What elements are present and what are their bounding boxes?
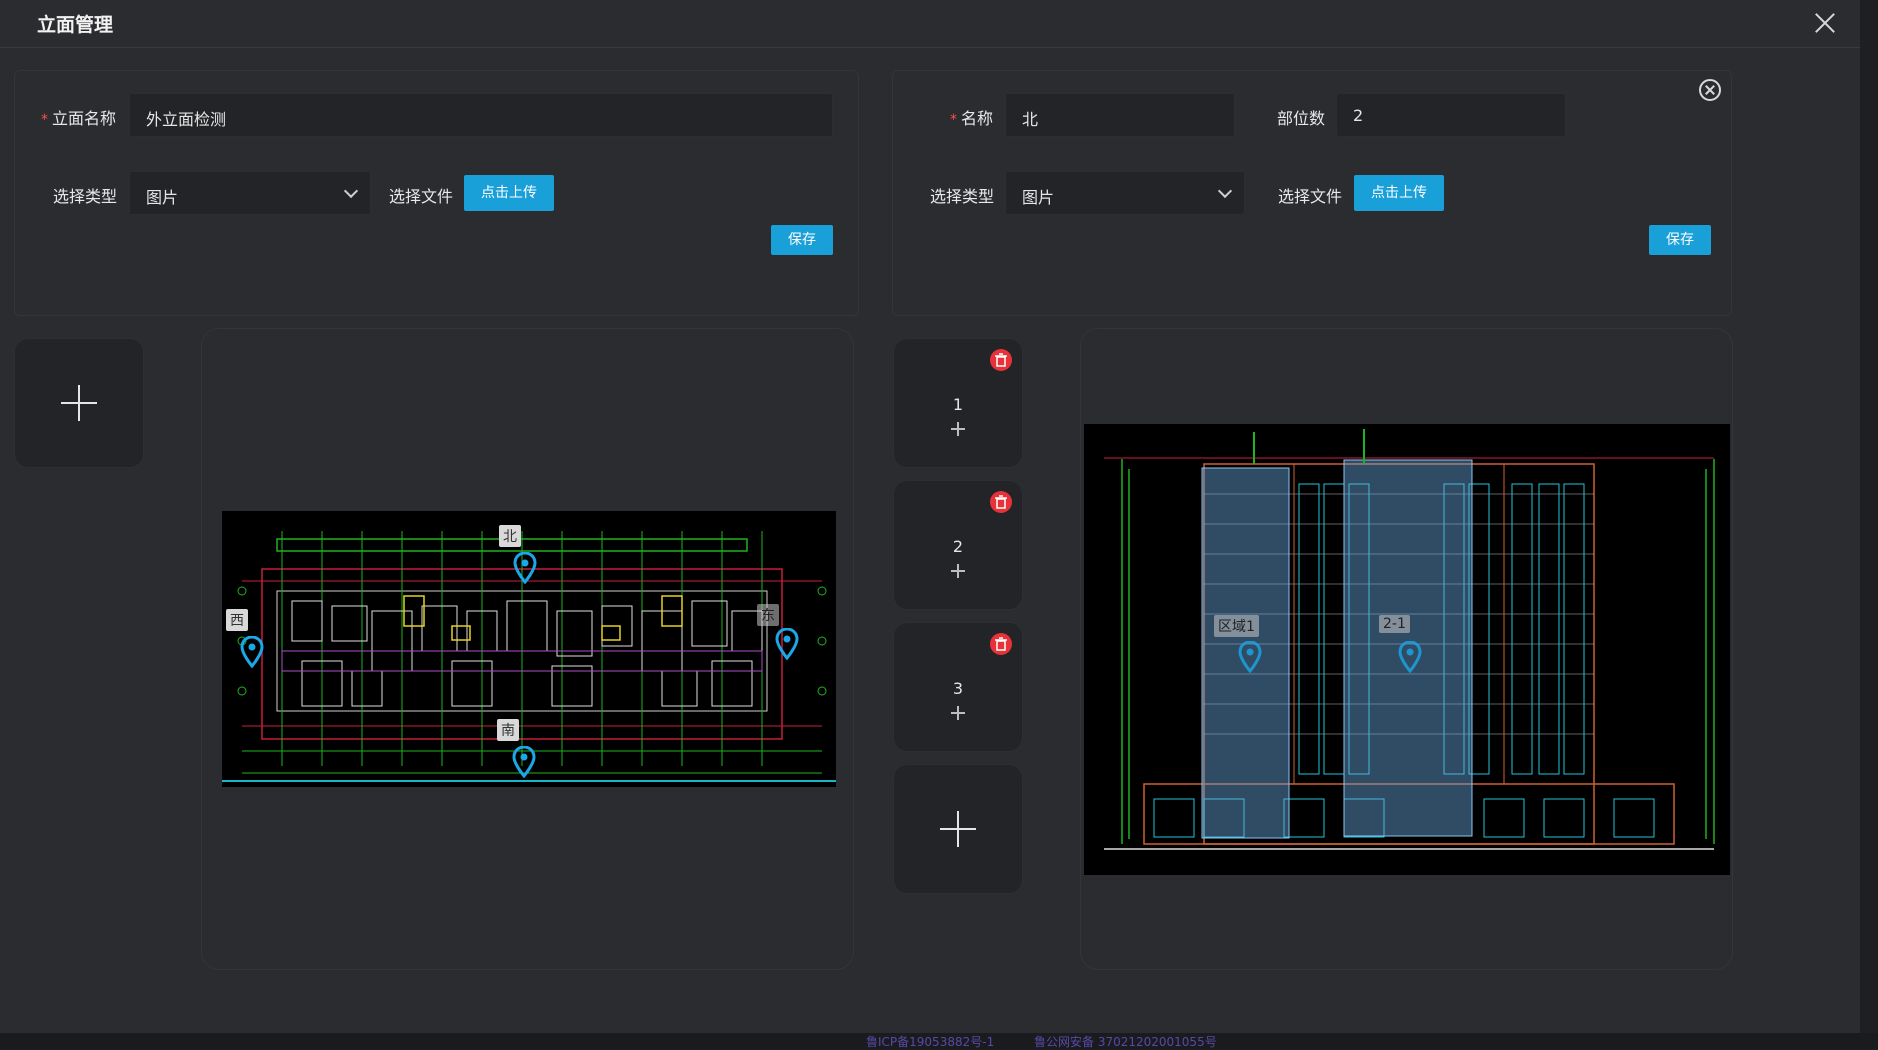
plus-icon	[61, 385, 97, 421]
part-count-input[interactable]: 2	[1336, 93, 1566, 137]
dialog-header: 立面管理	[0, 0, 1860, 48]
elevation-name-label: * 立面名称	[41, 109, 117, 128]
location-pin-icon[interactable]	[513, 552, 537, 584]
part-count-label: 部位数	[1277, 109, 1326, 128]
upload-button[interactable]: 点击上传	[464, 175, 554, 211]
elevation-card-label: 2	[952, 537, 964, 556]
elevation-card-2[interactable]: 2	[893, 480, 1023, 610]
marker-label-west[interactable]: 西	[226, 609, 248, 631]
select-type-label: 选择类型	[53, 187, 118, 206]
marker-label-zone-1[interactable]: 区域1	[1214, 615, 1259, 637]
elevation-card-label: 3	[952, 679, 964, 698]
part-name-label: * 名称	[950, 109, 994, 128]
elevation-management-dialog: 立面管理 * 立面名称 外立面检测 选择类型 图片 选择文件 点击上传 保存 * 名…	[0, 0, 1860, 1033]
part-name-input[interactable]: 北	[1005, 93, 1235, 137]
select-type-label: 选择类型	[930, 187, 995, 206]
type-select-value: 图片	[1022, 188, 1055, 207]
icp-link[interactable]: 鲁ICP备19053882号-1	[866, 1033, 994, 1050]
elevation-card-1[interactable]: 1	[893, 338, 1023, 468]
save-button[interactable]: 保存	[771, 225, 833, 255]
chevron-down-icon	[343, 183, 359, 199]
delete-icon[interactable]	[990, 491, 1012, 513]
save-button[interactable]: 保存	[1649, 225, 1711, 255]
dialog-title: 立面管理	[37, 14, 114, 36]
elevation-name-input[interactable]: 外立面检测	[129, 93, 833, 137]
select-file-label: 选择文件	[1278, 187, 1343, 206]
location-pin-icon[interactable]	[775, 628, 799, 660]
police-record-link[interactable]: 鲁公网安备 37021202001055号	[1034, 1033, 1217, 1050]
type-select-value: 图片	[146, 188, 179, 207]
part-name-label-text: 名称	[961, 109, 994, 128]
elevation-card-label: 1	[952, 395, 964, 414]
marker-label-north[interactable]: 北	[499, 525, 521, 547]
marker-label-2-1[interactable]: 2-1	[1379, 615, 1410, 633]
upload-button[interactable]: 点击上传	[1354, 175, 1444, 211]
type-select[interactable]: 图片	[129, 171, 371, 215]
select-file-label: 选择文件	[389, 187, 454, 206]
type-select[interactable]: 图片	[1005, 171, 1245, 215]
location-pin-icon[interactable]	[1238, 641, 1262, 673]
marker-label-south[interactable]: 南	[497, 719, 519, 741]
close-circle-icon[interactable]	[1699, 79, 1721, 101]
close-icon[interactable]	[1812, 10, 1838, 36]
chevron-down-icon	[1217, 183, 1233, 199]
part-form-panel: * 名称 北 部位数 2 选择类型 图片 选择文件 点击上传 保存	[892, 70, 1732, 316]
add-elevation-card[interactable]	[14, 338, 144, 468]
location-pin-icon[interactable]	[512, 746, 536, 778]
add-part-card[interactable]	[893, 764, 1023, 894]
plus-icon	[940, 811, 976, 847]
plus-icon	[951, 706, 965, 720]
location-pin-icon[interactable]	[240, 636, 264, 668]
floor-plan-viewer: 北 西 东 南	[201, 328, 854, 970]
elevation-viewer: 区域1 2-1	[1080, 328, 1733, 970]
plus-icon	[951, 564, 965, 578]
marker-label-east[interactable]: 东	[757, 604, 779, 626]
elevation-name-label-text: 立面名称	[52, 109, 117, 128]
elevation-card-3[interactable]: 3	[893, 622, 1023, 752]
location-pin-icon[interactable]	[1398, 641, 1422, 673]
delete-icon[interactable]	[990, 349, 1012, 371]
plus-icon	[951, 422, 965, 436]
delete-icon[interactable]	[990, 633, 1012, 655]
elevation-form-panel: * 立面名称 外立面检测 选择类型 图片 选择文件 点击上传 保存	[14, 70, 859, 316]
